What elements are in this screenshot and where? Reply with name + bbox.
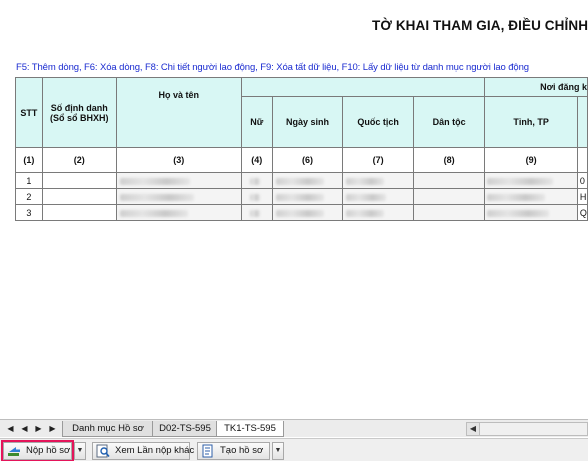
next-sheet-icon[interactable]: ▶ xyxy=(32,422,45,435)
prev-sheet-icon[interactable]: ◀ xyxy=(18,422,31,435)
redacted-text xyxy=(487,177,554,185)
scroll-left-icon[interactable]: ◀ xyxy=(467,423,480,435)
cell-edge[interactable]: H xyxy=(576,188,588,205)
page-title: TỜ KHAI THAM GIA, ĐIỀU CHỈNH xyxy=(372,18,588,33)
tab-danh-muc-ho-so[interactable]: Danh mục Hồ sơ xyxy=(62,421,154,437)
data-grid: STT Số định danh (Sổ sổ BHXH) Họ và tên … xyxy=(15,77,588,221)
redacted-text xyxy=(249,193,260,201)
colnum-3: (3) xyxy=(115,147,242,173)
cell-ho-ten[interactable] xyxy=(115,204,242,221)
table-row[interactable]: 3 Q xyxy=(15,204,588,221)
colnum-1: (1) xyxy=(15,147,43,173)
redacted-text xyxy=(119,209,188,217)
redacted-text xyxy=(119,193,194,201)
redacted-text xyxy=(346,209,385,217)
header-so-dinh-danh: Số định danh (Sổ sổ BHXH) xyxy=(41,77,117,148)
cell-dan-toc[interactable] xyxy=(412,204,486,221)
header-nu: Nữ xyxy=(240,96,273,148)
header-ngay-sinh: Ngày sinh xyxy=(271,96,344,148)
cell-ngay-sinh[interactable] xyxy=(271,188,344,205)
row-stt[interactable]: 2 xyxy=(15,188,43,205)
redacted-text xyxy=(346,193,387,201)
colnum-2: (2) xyxy=(41,147,117,173)
table-row[interactable]: 2 H xyxy=(15,188,588,205)
cell-tinh-tp[interactable] xyxy=(484,172,578,189)
colnum-7: (7) xyxy=(342,147,414,173)
header-group-blank xyxy=(240,77,486,97)
xem-lan-nop-khac-label: Xem Lần nộp khác xyxy=(115,445,195,456)
redacted-text xyxy=(249,177,260,185)
cell-dan-toc[interactable] xyxy=(412,188,486,205)
tab-tk1-ts-595[interactable]: TK1-TS-595 xyxy=(216,421,284,437)
tao-ho-so-label: Tạo hồ sơ xyxy=(220,445,264,456)
nop-ho-so-button[interactable]: Nộp hồ sơ xyxy=(1,440,74,461)
tao-ho-so-dropdown-icon[interactable]: ▼ xyxy=(272,442,284,460)
header-dan-toc: Dân tộc xyxy=(412,96,486,148)
nop-ho-so-label: Nộp hồ sơ xyxy=(26,445,71,456)
cell-edge[interactable]: 0 xyxy=(576,172,588,189)
header-tinh-tp: Tỉnh, TP xyxy=(484,96,578,148)
header-quoc-tich: Quốc tịch xyxy=(342,96,414,148)
header-so-dinh-danh-line1: Số định danh xyxy=(50,102,108,113)
redacted-text xyxy=(275,209,324,217)
redacted-text xyxy=(249,209,260,217)
cell-quoc-tich[interactable] xyxy=(342,204,414,221)
shortcut-hint: F5: Thêm dòng, F6: Xóa dòng, F8: Chi tiế… xyxy=(16,62,529,73)
cell-so-dinh-danh[interactable] xyxy=(41,172,117,189)
header-edge xyxy=(576,96,588,148)
redacted-text xyxy=(487,193,546,201)
header-noi-dang-ky: Nơi đăng k xyxy=(484,77,588,97)
table-row[interactable]: 1 0 xyxy=(15,172,588,189)
cell-nu[interactable] xyxy=(240,172,273,189)
cell-quoc-tich[interactable] xyxy=(342,188,414,205)
sheet-tab-bar: ◀​ ◀ ▶ ▶​ Danh mục Hồ sơ D02-TS-595 TK1-… xyxy=(0,419,588,437)
cell-ho-ten[interactable] xyxy=(115,172,242,189)
tao-ho-so-button[interactable]: Tạo hồ sơ xyxy=(197,442,270,460)
header-so-dinh-danh-line2: (Sổ sổ BHXH) xyxy=(49,112,109,123)
cell-tinh-tp[interactable] xyxy=(484,188,578,205)
header-stt: STT xyxy=(15,77,43,148)
colnum-6: (6) xyxy=(271,147,344,173)
new-document-icon xyxy=(202,444,213,458)
cell-edge[interactable]: Q xyxy=(576,204,588,221)
cell-tinh-tp[interactable] xyxy=(484,204,578,221)
redacted-text xyxy=(487,209,550,217)
cell-dan-toc[interactable] xyxy=(412,172,486,189)
action-bar: Nộp hồ sơ ▼ Xem Lần nộp khác Tạo hồ sơ ▼ xyxy=(0,438,588,461)
tab-d02-ts-595[interactable]: D02-TS-595 xyxy=(152,421,218,437)
horizontal-scrollbar[interactable]: ◀ xyxy=(466,422,588,436)
submit-arrow-icon xyxy=(8,447,20,456)
cell-ngay-sinh[interactable] xyxy=(271,204,344,221)
nop-ho-so-dropdown-icon[interactable]: ▼ xyxy=(74,442,86,460)
cell-ho-ten[interactable] xyxy=(115,188,242,205)
search-document-icon xyxy=(96,444,110,458)
colnum-8: (8) xyxy=(412,147,486,173)
xem-lan-nop-khac-button[interactable]: Xem Lần nộp khác xyxy=(92,442,194,460)
cell-so-dinh-danh[interactable] xyxy=(41,204,117,221)
colnum-edge xyxy=(576,147,588,173)
redacted-text xyxy=(275,193,324,201)
row-stt[interactable]: 1 xyxy=(15,172,43,189)
cell-ngay-sinh[interactable] xyxy=(271,172,344,189)
redacted-text xyxy=(346,177,385,185)
form-window: TỜ KHAI THAM GIA, ĐIỀU CHỈNH F5: Thêm dò… xyxy=(0,0,588,461)
cell-nu[interactable] xyxy=(240,188,273,205)
cell-nu[interactable] xyxy=(240,204,273,221)
cell-so-dinh-danh[interactable] xyxy=(41,188,117,205)
first-sheet-icon[interactable]: ◀​ xyxy=(4,422,17,435)
colnum-4: (4) xyxy=(240,147,273,173)
row-stt[interactable]: 3 xyxy=(15,204,43,221)
colnum-9: (9) xyxy=(484,147,578,173)
redacted-text xyxy=(119,177,190,185)
cell-quoc-tich[interactable] xyxy=(342,172,414,189)
header-ho-ten: Họ và tên xyxy=(115,77,242,148)
redacted-text xyxy=(275,177,324,185)
last-sheet-icon[interactable]: ▶​ xyxy=(46,422,59,435)
